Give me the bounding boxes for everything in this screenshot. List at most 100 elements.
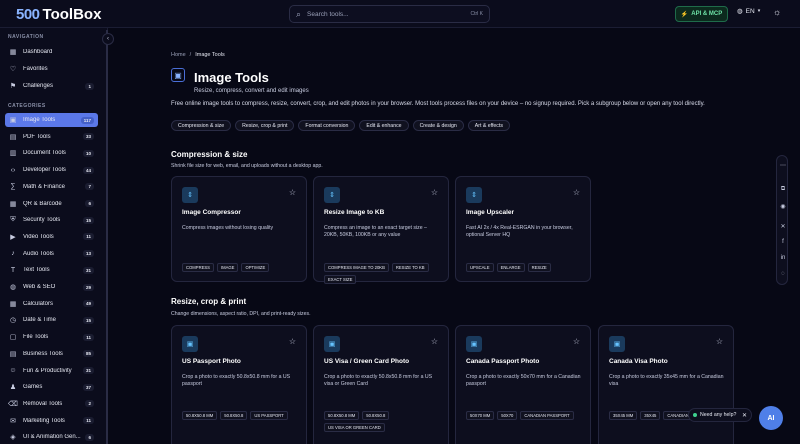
subgroup-chip[interactable]: Compression & size [171, 120, 232, 131]
sidebar-item-icon: ▤ [9, 133, 17, 141]
sidebar-item[interactable]: ▥ Document Tools 10 [5, 146, 98, 160]
star-icon[interactable]: ☆ [431, 188, 438, 197]
tool-tags: UPSCALE ENLARGE RESIZE [466, 263, 588, 272]
tool-tag[interactable]: EXACT SIZE [324, 275, 357, 284]
api-mcp-label: API & MCP [691, 11, 723, 17]
sidebar-item[interactable]: T Text Tools 31 [5, 263, 98, 277]
sidebar-item-label: Marketing Tools [23, 417, 65, 424]
tool-description: Compress images without losing quality [182, 225, 274, 231]
whatsapp-icon[interactable]: ◌ [777, 271, 789, 277]
tool-tag[interactable]: OPTIMIZE [241, 263, 270, 272]
tool-tag[interactable]: RESIZE [527, 263, 551, 272]
link-icon[interactable]: ⧉ [777, 186, 789, 193]
star-icon[interactable]: ☆ [716, 337, 723, 346]
linkedin-icon[interactable]: in [777, 255, 789, 261]
star-icon[interactable]: ☆ [431, 337, 438, 346]
star-icon[interactable]: ☆ [289, 337, 296, 346]
sidebar-item[interactable]: ⚑ Challenges 1 [5, 79, 98, 93]
sidebar-item[interactable]: ⌫ Removal Tools 2 [5, 397, 98, 411]
x-share-icon[interactable]: ✕ [777, 223, 789, 230]
sidebar-item-count: 44 [82, 166, 94, 174]
tool-card[interactable]: ▣ ☆ US Visa / Green Card Photo Crop a photo… [313, 325, 449, 444]
sidebar-item-count: 31 [82, 266, 94, 274]
subgroup-chip[interactable]: Resize, crop & print [235, 120, 295, 131]
star-icon[interactable]: ☆ [573, 188, 580, 197]
sidebar-item[interactable]: ▤ PDF Tools 33 [5, 130, 98, 144]
sidebar-item-count: 33 [82, 133, 94, 141]
tool-tag[interactable]: 50X70 MM [466, 411, 495, 420]
tool-card[interactable]: ⇕ ☆ Resize Image to KB Compress an image to… [313, 176, 449, 284]
section-title: Compression & size [171, 150, 248, 159]
sidebar-item[interactable]: ◈ UI & Animation Gen... 6 [5, 430, 98, 444]
tool-tag[interactable]: 35X45 MM [609, 411, 638, 420]
sidebar-item[interactable]: ◍ Web & SEO 29 [5, 280, 98, 294]
sidebar-item[interactable]: ▢ File Tools 11 [5, 330, 98, 344]
close-icon[interactable]: ✕ [742, 412, 747, 419]
tool-tag[interactable]: 50.8X50.8 MM [324, 411, 360, 420]
tool-tag[interactable]: US VISA OR GREEN CARD [324, 423, 385, 432]
sidebar-item[interactable]: ▦ Dashboard [5, 45, 98, 59]
search-input[interactable]: ⌕ Search tools... Ctrl K [289, 5, 490, 23]
subgroup-chip[interactable]: Edit & enhance [359, 120, 409, 131]
sun-icon[interactable]: ☼ [773, 7, 781, 17]
sidebar-item[interactable]: ‹› Developer Tools 44 [5, 163, 98, 177]
tool-tag[interactable]: IMAGE [216, 263, 239, 272]
sidebar-item[interactable]: ☺ Fun & Productivity 31 [5, 364, 98, 378]
subgroup-chip[interactable]: Format conversion [298, 120, 356, 131]
tool-card[interactable]: ⇕ ☆ Image Upscaler Fast AI 2x / 4x Real-ESR… [455, 176, 591, 282]
tool-tag[interactable]: COMPRESS IMAGE TO 20KB [324, 263, 389, 272]
tool-tag[interactable]: 50.8X50.8 [220, 411, 248, 420]
tool-tag[interactable]: 50.8X50.8 [362, 411, 390, 420]
tool-title: Canada Visa Photo [609, 358, 668, 365]
ai-assistant-button[interactable]: AI [759, 406, 783, 430]
sidebar-item-label: UI & Animation Gen... [23, 434, 81, 441]
sidebar-item-label: Document Tools [23, 150, 66, 157]
tool-card[interactable]: ⇕ ☆ Image Compressor Compress images withou… [171, 176, 307, 282]
sidebar-item[interactable]: ∑ Math & Finance 7 [5, 180, 98, 194]
sidebar-item[interactable]: ▦ QR & Barcode 6 [5, 197, 98, 211]
tool-card[interactable]: ▣ ☆ US Passport Photo Crop a photo to exact… [171, 325, 307, 444]
language-label: EN [745, 7, 755, 15]
logo[interactable]: 500 ToolBox [16, 5, 102, 23]
sidebar-item-count: 11 [83, 233, 94, 241]
tool-tags: COMPRESS IMAGE OPTIMIZE [182, 263, 304, 272]
sidebar-item-icon: ☺ [9, 367, 17, 374]
api-mcp-button[interactable]: ⚡ API & MCP [675, 6, 728, 22]
tool-tag[interactable]: 35X45 [640, 411, 661, 420]
star-icon[interactable]: ☆ [289, 188, 296, 197]
subgroup-chip[interactable]: Create & design [412, 120, 464, 131]
tool-card[interactable]: ▣ ☆ Canada Visa Photo Crop a photo to exact… [598, 325, 734, 444]
tool-tag[interactable]: COMPRESS [182, 263, 214, 272]
sidebar-item[interactable]: ⛨ Security Tools 15 [5, 213, 98, 227]
sidebar-item-icon: ◈ [10, 434, 16, 442]
subgroup-chip[interactable]: Art & effects [467, 120, 510, 131]
eye-icon[interactable]: ◉ [777, 203, 789, 210]
sidebar-item[interactable]: ▣ Image Tools 117 [5, 113, 98, 127]
tool-tag[interactable]: RESIZE TO KB [391, 263, 429, 272]
tool-tag[interactable]: US PASSPORT [250, 411, 288, 420]
sidebar-item[interactable]: ▶ Video Tools 11 [5, 230, 98, 244]
tool-tag[interactable]: 50X70 [497, 411, 518, 420]
tool-tag[interactable]: ENLARGE [496, 263, 525, 272]
tool-tag[interactable]: CANADIAN PASSPORT [520, 411, 574, 420]
help-bubble[interactable]: Need any help? ✕ [688, 408, 752, 422]
sidebar-item[interactable]: ♪ Audio Tools 13 [5, 247, 98, 261]
sidebar-item-label: Audio Tools [23, 250, 54, 257]
more-icon[interactable]: ⋯ [777, 162, 789, 169]
sidebar-item-label: Removal Tools [23, 400, 63, 407]
tool-card[interactable]: ▣ ☆ Canada Passport Photo Crop a photo to e… [455, 325, 591, 444]
tool-tag[interactable]: UPSCALE [466, 263, 494, 272]
sidebar-item-label: Games [23, 384, 43, 391]
sidebar-item[interactable]: ✉ Marketing Tools 11 [5, 414, 98, 428]
facebook-icon[interactable]: f [777, 239, 789, 245]
sidebar-item[interactable]: ♟ Games 37 [5, 380, 98, 394]
logo-text: ToolBox [42, 5, 102, 23]
breadcrumb-home[interactable]: Home [171, 52, 186, 58]
star-icon[interactable]: ☆ [573, 337, 580, 346]
sidebar-item[interactable]: ▤ Business Tools 85 [5, 347, 98, 361]
sidebar-item[interactable]: ◷ Date & Time 15 [5, 313, 98, 327]
sidebar-item[interactable]: ▦ Calculators 49 [5, 297, 98, 311]
language-selector[interactable]: ◍ EN ▾ [737, 7, 760, 16]
tool-tag[interactable]: 50.8X50.8 MM [182, 411, 218, 420]
sidebar-item[interactable]: ♡ Favorites [5, 62, 98, 76]
